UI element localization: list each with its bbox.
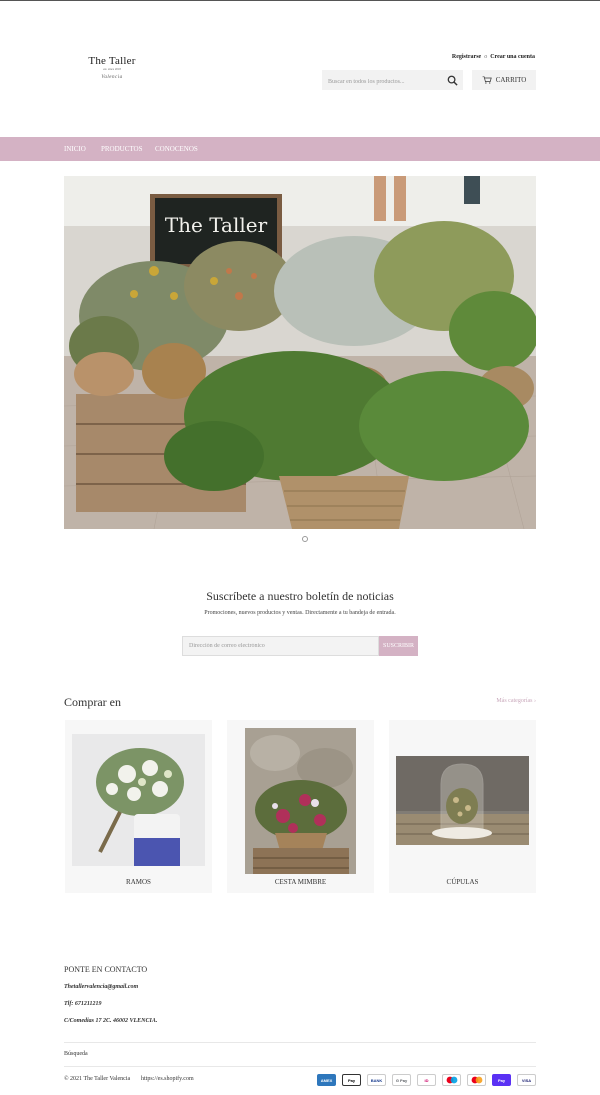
newsletter-subscribe-button[interactable]: SUSCRIBIR: [379, 636, 418, 656]
ideal-icon: iD: [417, 1074, 436, 1086]
or-text: o: [484, 54, 488, 60]
nav-item-productos[interactable]: PRODUCTOS: [101, 137, 143, 161]
collection-label-cupulas: CÚPULAS: [446, 878, 479, 886]
search-input[interactable]: [322, 72, 440, 92]
mastercard-icon: [467, 1074, 486, 1086]
amex-icon: AMEX: [317, 1074, 336, 1086]
visa-icon: VISA: [517, 1074, 536, 1086]
cart-icon: [482, 76, 492, 84]
main-nav: INICIO PRODUCTOS CONOCENOS: [0, 137, 600, 161]
cart-button[interactable]: CARRITO: [472, 70, 536, 90]
top-border: [0, 0, 600, 1]
register-link[interactable]: Registrarse: [452, 54, 481, 60]
collection-card-cupulas[interactable]: CÚPULAS: [389, 720, 536, 893]
maestro-icon: [442, 1074, 461, 1086]
footer-powered-link[interactable]: https://es.shopify.com: [141, 1076, 194, 1082]
collection-image-cesta-mimbre: [245, 728, 356, 874]
footer-copyright: © 2021 The Taller Valencia: [64, 1076, 131, 1082]
footer-address: C/Comedias 17 2C. 46002 VLENCIA.: [64, 1018, 158, 1024]
nav-item-conocenos[interactable]: CONOCENOS: [155, 137, 198, 161]
footer-divider-bottom: [64, 1066, 536, 1067]
collection-label-ramos: RAMOS: [126, 878, 151, 886]
collection-card-ramos[interactable]: RAMOS: [65, 720, 212, 893]
apple-pay-icon: Pay: [342, 1074, 361, 1086]
slide-indicator-dot[interactable]: [302, 536, 308, 542]
newsletter-description: Promociones, nuevos productos y ventas. …: [204, 610, 396, 616]
footer-divider: [64, 1042, 536, 1043]
flower-market-illustration: The Taller: [64, 176, 536, 529]
shop-pay-icon: Pay: [492, 1074, 511, 1086]
bancontact-icon: BANK: [367, 1074, 386, 1086]
footer-email[interactable]: Thetallervalencia@gmail.com: [64, 984, 138, 990]
footer-contact-heading: PONTE EN CONTACTO: [64, 965, 148, 974]
google-pay-icon: G Pay: [392, 1074, 411, 1086]
store-logo[interactable]: The Taller est. since 2018 Valencia: [80, 55, 144, 80]
account-links: Registrarse o Crear una cuenta: [452, 54, 535, 60]
more-categories-link[interactable]: Más categorías ›: [496, 698, 536, 704]
newsletter-email-input[interactable]: [182, 636, 379, 656]
logo-title: The Taller: [88, 55, 136, 67]
create-account-link[interactable]: Crear una cuenta: [490, 54, 535, 60]
search-form: [322, 70, 463, 92]
collection-label-cesta-mimbre: CESTA MIMBRE: [274, 878, 327, 886]
nav-item-inicio[interactable]: INICIO: [64, 137, 86, 161]
search-icon[interactable]: [447, 75, 458, 86]
hero-sign-text: The Taller: [165, 213, 268, 237]
hero-slide-image[interactable]: The Taller: [64, 176, 536, 529]
collection-image-ramos: [72, 734, 205, 866]
logo-city: Valencia: [101, 75, 123, 80]
footer-search-link[interactable]: Búsqueda: [64, 1051, 88, 1057]
cart-label: CARRITO: [495, 76, 527, 84]
newsletter-title: Suscríbete a nuestro boletín de noticias: [206, 589, 394, 603]
logo-tagline: est. since 2018: [103, 67, 121, 71]
collection-card-cesta-mimbre[interactable]: CESTA MIMBRE: [227, 720, 374, 893]
collections-heading: Comprar en: [64, 695, 121, 709]
footer-phone: Tlf: 671211219: [64, 1001, 102, 1007]
collection-image-cupulas: [396, 756, 529, 845]
